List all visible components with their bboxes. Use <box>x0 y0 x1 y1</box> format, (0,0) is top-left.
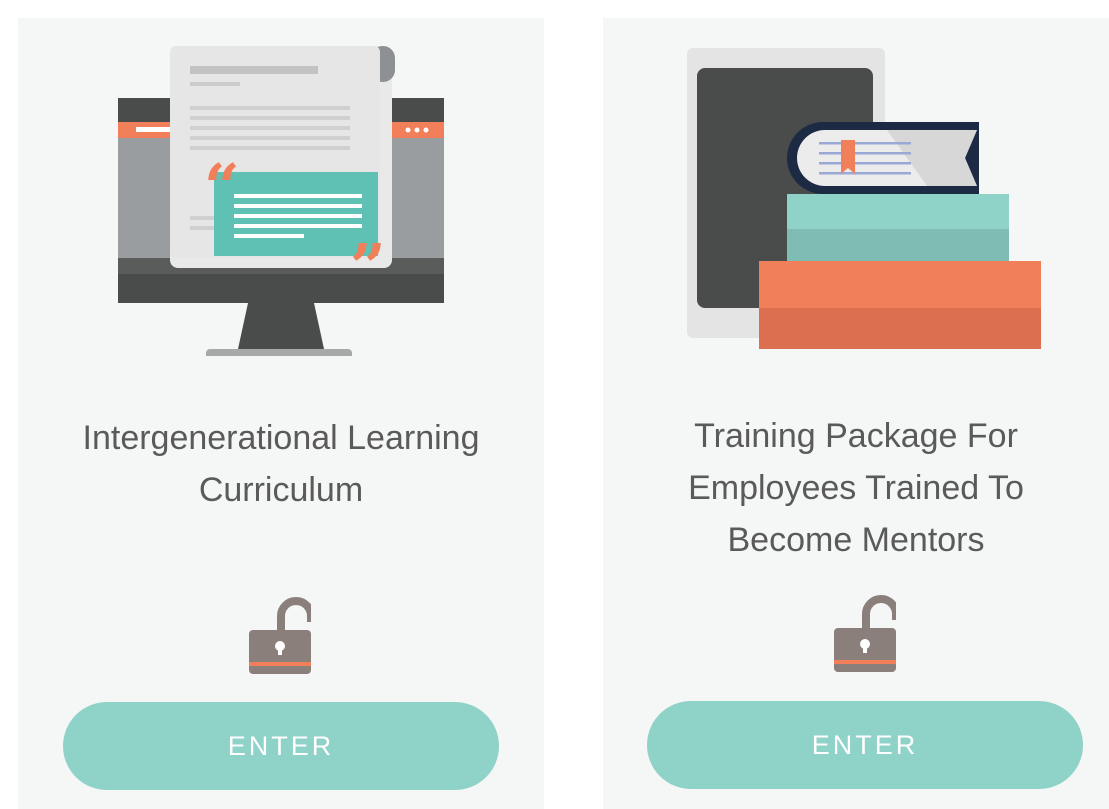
card-title: Training Package For Employees Trained T… <box>688 417 1024 559</box>
unlocked-padlock-icon <box>834 595 896 672</box>
course-card-training-package: Training Package For Employees Trained T… <box>603 18 1109 809</box>
unlocked-padlock-icon <box>249 597 311 674</box>
card-title: Intergenerational Learning Curriculum <box>82 419 480 509</box>
tablet-books-icon <box>687 48 1041 349</box>
enter-button[interactable]: ENTER <box>647 701 1083 789</box>
svg-text:”: ” <box>350 230 386 303</box>
course-card-intergenerational-learning: “ ” Intergenerational Learning Curriculu… <box>18 18 544 809</box>
svg-text:“: “ <box>204 150 240 223</box>
enter-button[interactable]: ENTER <box>63 702 499 790</box>
monitor-document-icon: “ ” <box>118 46 444 356</box>
